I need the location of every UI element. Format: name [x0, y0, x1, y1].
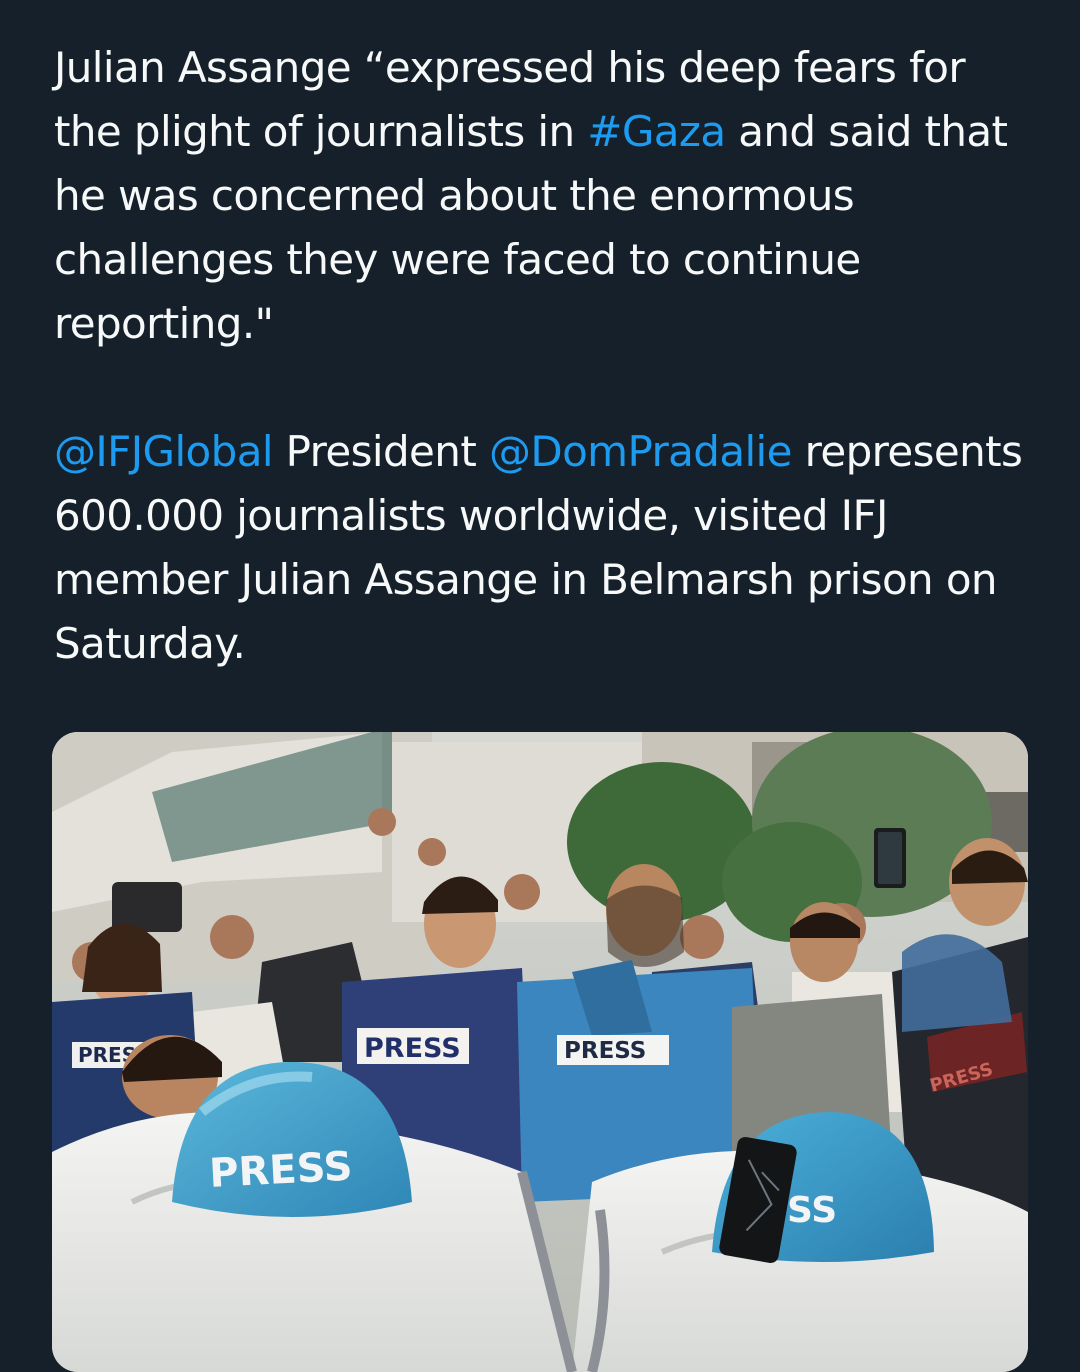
mention-dompradalie-link[interactable]: @DomPradalie	[489, 427, 793, 476]
tweet-text-segment: President	[272, 427, 489, 476]
tweet-text: Julian Assange “expressed his deep fears…	[54, 36, 1044, 676]
tweet-paragraph-2: @IFJGlobal President @DomPradalie repres…	[54, 420, 1044, 676]
helmet-label-left: PRESS	[208, 1144, 353, 1197]
vest-label-left: PRESS	[364, 1033, 461, 1064]
helmet-label-right: SS	[787, 1190, 837, 1231]
hashtag-gaza-link[interactable]: #Gaza	[587, 107, 726, 156]
journalists-funeral-photo: PRES PRESS PRESS PRESS PRESS SS	[52, 732, 1028, 1372]
vest-label-center: PRESS	[564, 1038, 646, 1064]
mention-ifjglobal-link[interactable]: @IFJGlobal	[54, 427, 274, 476]
tweet-paragraph-1: Julian Assange “expressed his deep fears…	[54, 36, 1044, 356]
tweet-photo[interactable]: PRES PRESS PRESS PRESS PRESS SS	[52, 732, 1028, 1372]
